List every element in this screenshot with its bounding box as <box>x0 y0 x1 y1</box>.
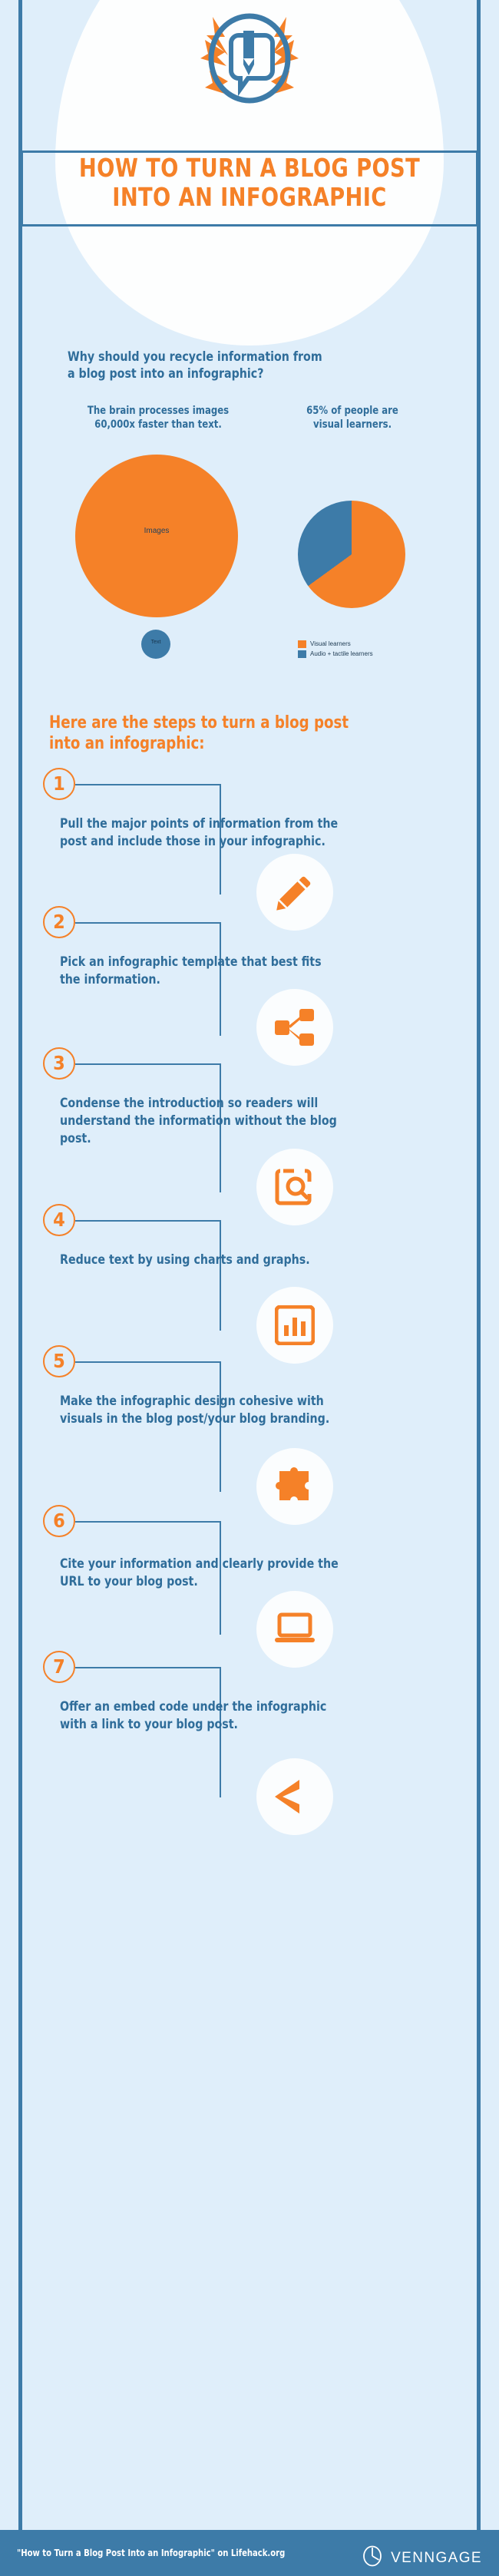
pie-chart-legend: Visual learners Audio + tactile learners <box>298 640 474 660</box>
bubble-images-label: Images <box>144 527 170 535</box>
legend-label-visual-learners: Visual learners <box>310 640 351 647</box>
why-heading-line-1: Why should you recycle information from <box>68 349 322 365</box>
footer-source-text[interactable]: "How to Turn a Blog Post Into an Infogra… <box>17 2548 285 2558</box>
step-7-rule <box>75 1667 221 1668</box>
step-4-rule <box>75 1220 221 1222</box>
step-1-text: Pull the major points of information fro… <box>60 816 339 849</box>
footer-bar: "How to Turn a Blog Post Into an Infogra… <box>0 2530 499 2576</box>
step-1-number: 1 <box>43 768 75 800</box>
bubble-chart-title-line-2: 60,000x faster than text. <box>94 418 222 431</box>
pie-chart-title-line-1: 65% of people are <box>306 405 398 417</box>
bubble-chart: Images Text <box>68 455 252 659</box>
legend-label-audio-tactile-learners: Audio + tactile learners <box>310 650 373 657</box>
step-6-text: Cite your information and clearly provid… <box>60 1556 339 1589</box>
bar-chart-icon <box>256 1287 333 1364</box>
steps-section-heading: Here are the steps to turn a blog post i… <box>49 713 416 754</box>
right-rail-divider <box>477 0 481 2546</box>
header-section: HOW TO TURN A BLOG POST INTO AN INFOGRAP… <box>0 0 499 346</box>
step-5-number: 5 <box>43 1345 75 1377</box>
step-2-text: Pick an infographic template that best f… <box>60 954 322 987</box>
step-4-text: Reduce text by using charts and graphs. <box>60 1252 310 1268</box>
footer-brand-name: VENNGAGE <box>391 2549 482 2566</box>
steps-heading-line-2: into an infographic: <box>49 734 205 753</box>
step-4-number: 4 <box>43 1204 75 1236</box>
page-title-line-2: INTO AN INFOGRAPHIC <box>112 182 387 212</box>
why-heading-line-2: a blog post into an infographic? <box>68 366 264 382</box>
blog-post-pencil-speech-bubble-icon <box>173 11 326 149</box>
step-6-number: 6 <box>43 1505 75 1537</box>
bubble-chart-title: The brain processes images 60,000x faste… <box>71 404 246 432</box>
step-3-rule <box>75 1063 221 1065</box>
pie-chart <box>298 501 405 608</box>
infographic-root: HOW TO TURN A BLOG POST INTO AN INFOGRAP… <box>0 0 499 2576</box>
legend-item-audio-tactile-learners: Audio + tactile learners <box>298 650 474 658</box>
left-rail-divider <box>18 0 22 2546</box>
step-2-number: 2 <box>43 906 75 938</box>
step-1-rule <box>75 784 221 785</box>
pencil-icon <box>256 854 333 931</box>
step-3-text: Condense the introduction so readers wil… <box>60 1096 337 1146</box>
laptop-icon <box>256 1591 333 1668</box>
step-6-rule <box>75 1521 221 1523</box>
step-7-text: Offer an embed code under the infographi… <box>60 1699 327 1732</box>
document-search-icon <box>256 1149 333 1225</box>
share-nodes-icon <box>256 989 333 1066</box>
step-3-number: 3 <box>43 1047 75 1080</box>
legend-swatch-blue <box>298 650 306 658</box>
bubble-chart-title-line-1: The brain processes images <box>87 405 230 417</box>
bubble-text-label: Text <box>150 640 161 645</box>
footer-brand[interactable]: VENNGAGE <box>362 2545 482 2571</box>
pie-chart-title-line-2: visual learners. <box>312 418 392 431</box>
page-title-line-1: HOW TO TURN A BLOG POST <box>78 153 421 183</box>
puzzle-piece-icon <box>256 1448 333 1525</box>
page-title: HOW TO TURN A BLOG POST INTO AN INFOGRAP… <box>39 154 460 212</box>
pie-chart-title: 65% of people are visual learners. <box>276 404 428 432</box>
step-5-rule <box>75 1361 221 1363</box>
step-4-edge <box>220 1220 221 1331</box>
embed-code-icon <box>256 1758 333 1835</box>
legend-swatch-orange <box>298 640 306 648</box>
legend-item-visual-learners: Visual learners <box>298 640 474 648</box>
step-2-rule <box>75 922 221 924</box>
steps-heading-line-1: Here are the steps to turn a blog post <box>49 713 349 732</box>
bubble-images-slice <box>75 455 238 617</box>
venngage-logo-icon <box>362 2545 383 2571</box>
why-section-heading: Why should you recycle information from … <box>68 349 410 382</box>
step-7-number: 7 <box>43 1651 75 1683</box>
step-5-text: Make the infographic design cohesive wit… <box>60 1394 330 1427</box>
